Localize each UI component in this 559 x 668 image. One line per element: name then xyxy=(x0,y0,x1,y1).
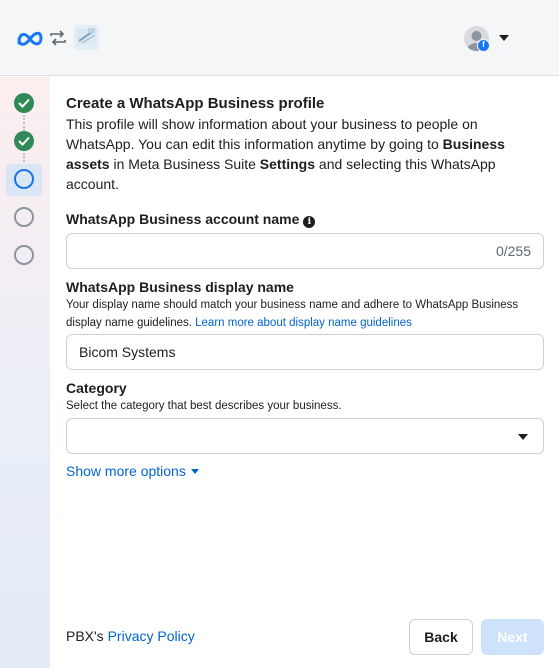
progress-stepper xyxy=(0,77,50,668)
step-5-pending-icon xyxy=(14,245,34,265)
display-name-label: WhatsApp Business display name xyxy=(66,279,294,295)
info-icon[interactable]: i xyxy=(303,216,316,228)
intro-text: This profile will show information about… xyxy=(66,116,505,192)
privacy-policy-link[interactable]: Privacy Policy xyxy=(108,628,195,644)
category-help: Select the category that best describes … xyxy=(66,400,342,412)
account-name-input[interactable]: 0/255 xyxy=(66,233,544,269)
next-button[interactable]: Next xyxy=(481,619,544,655)
account-name-label: WhatsApp Business account name i xyxy=(66,211,316,228)
chevron-down-icon xyxy=(518,434,528,440)
privacy-footer: PBX's Privacy Policy xyxy=(66,628,195,644)
category-select[interactable] xyxy=(66,418,544,454)
step-1-complete-check-icon xyxy=(14,93,34,113)
step-4-pending-icon xyxy=(14,207,34,227)
step-connector xyxy=(23,115,25,131)
display-name-input[interactable]: Bicom Systems xyxy=(66,334,544,370)
show-more-options-link[interactable]: Show more options xyxy=(66,463,199,479)
display-name-guidelines-link[interactable]: Learn more about display name guidelines xyxy=(195,317,412,329)
main-content: Create a WhatsApp Business profile This … xyxy=(66,94,544,194)
display-name-value: Bicom Systems xyxy=(79,344,176,360)
page-title: Create a WhatsApp Business profile xyxy=(66,95,325,112)
app-thumbnail-icon xyxy=(74,25,99,50)
caret-down-icon xyxy=(190,469,199,474)
character-counter: 0/255 xyxy=(495,243,531,259)
caret-down-icon[interactable] xyxy=(499,35,509,41)
swap-arrows-icon xyxy=(50,30,66,46)
display-name-help: Your display name should match your busi… xyxy=(66,299,519,329)
top-bar: f xyxy=(0,0,559,76)
back-button[interactable]: Back xyxy=(409,619,473,655)
step-2-complete-check-icon xyxy=(14,131,34,151)
step-3-current-icon xyxy=(14,169,34,189)
category-label: Category xyxy=(66,380,127,396)
meta-logo-icon xyxy=(17,31,43,46)
facebook-badge-icon: f xyxy=(477,39,490,52)
